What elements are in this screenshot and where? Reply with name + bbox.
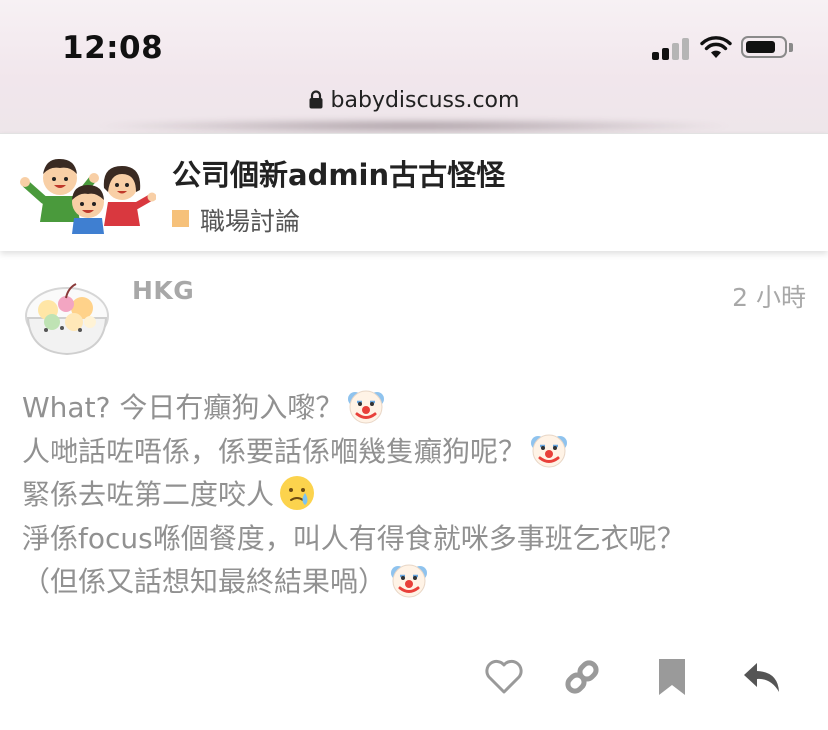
user-avatar[interactable] (22, 278, 112, 362)
bookmark-icon (659, 659, 685, 695)
post-line-text: 淨係focus喺個餐度，叫人有得食就咪多事班乞衣呢？ (22, 521, 685, 555)
clown-face-icon (391, 564, 428, 598)
post-line-text: What? 今日冇癲狗入嚟？ (22, 391, 344, 424)
post-body: What? 今日冇癲狗入嚟？ 人哋話咗唔係，係要話係嗰幾隻癲狗呢？ 緊係去咗第二… (22, 386, 822, 604)
clown-face-icon (531, 434, 568, 467)
reply-icon (744, 663, 779, 692)
topic-title[interactable]: 公司個新admin古古怪怪 (172, 152, 505, 194)
post-line-text: 緊係去咗第二度咬人 (22, 478, 275, 511)
address-bar[interactable]: babydiscuss.com (0, 88, 828, 113)
family-illustration-icon (20, 158, 156, 234)
link-icon (565, 660, 599, 694)
post-line-text: （但係又話想知最終結果喎） (22, 565, 387, 598)
heart-icon (485, 659, 523, 694)
battery-tip (789, 43, 793, 52)
post-actions (0, 655, 828, 701)
cellular-signal-icon (652, 38, 692, 60)
clown-face-icon (348, 390, 385, 424)
post-time[interactable]: 2 小時 (732, 278, 806, 314)
like-button[interactable] (482, 655, 526, 699)
share-link-button[interactable] (560, 655, 604, 699)
post-line: 淨係focus喺個餐度，叫人有得食就咪多事班乞衣呢？ (22, 517, 822, 561)
browser-chrome: 12:08 babydiscuss.com (0, 0, 828, 133)
post-line: 人哋話咗唔係，係要話係嗰幾隻癲狗呢？ (22, 430, 822, 474)
url-text: babydiscuss.com (330, 88, 520, 113)
reply-button[interactable] (740, 655, 784, 699)
post-username[interactable]: HKG (132, 276, 194, 305)
post-line: 緊係去咗第二度咬人 (22, 473, 822, 517)
bookmark-button[interactable] (650, 655, 694, 699)
battery-icon (741, 36, 787, 58)
post-line: （但係又話想知最終結果喎） (22, 560, 822, 604)
topic-header: 公司個新admin古古怪怪 職場討論 (0, 133, 828, 251)
crying-face-icon (280, 476, 315, 510)
wifi-icon (700, 36, 732, 58)
post-line: What? 今日冇癲狗入嚟？ (22, 386, 822, 430)
lock-icon (309, 90, 323, 109)
post-line-text: 人哋話咗唔係，係要話係嗰幾隻癲狗呢？ (22, 434, 527, 468)
status-time: 12:08 (62, 30, 164, 66)
category-color-badge (172, 210, 189, 227)
category-label[interactable]: 職場討論 (200, 202, 300, 238)
